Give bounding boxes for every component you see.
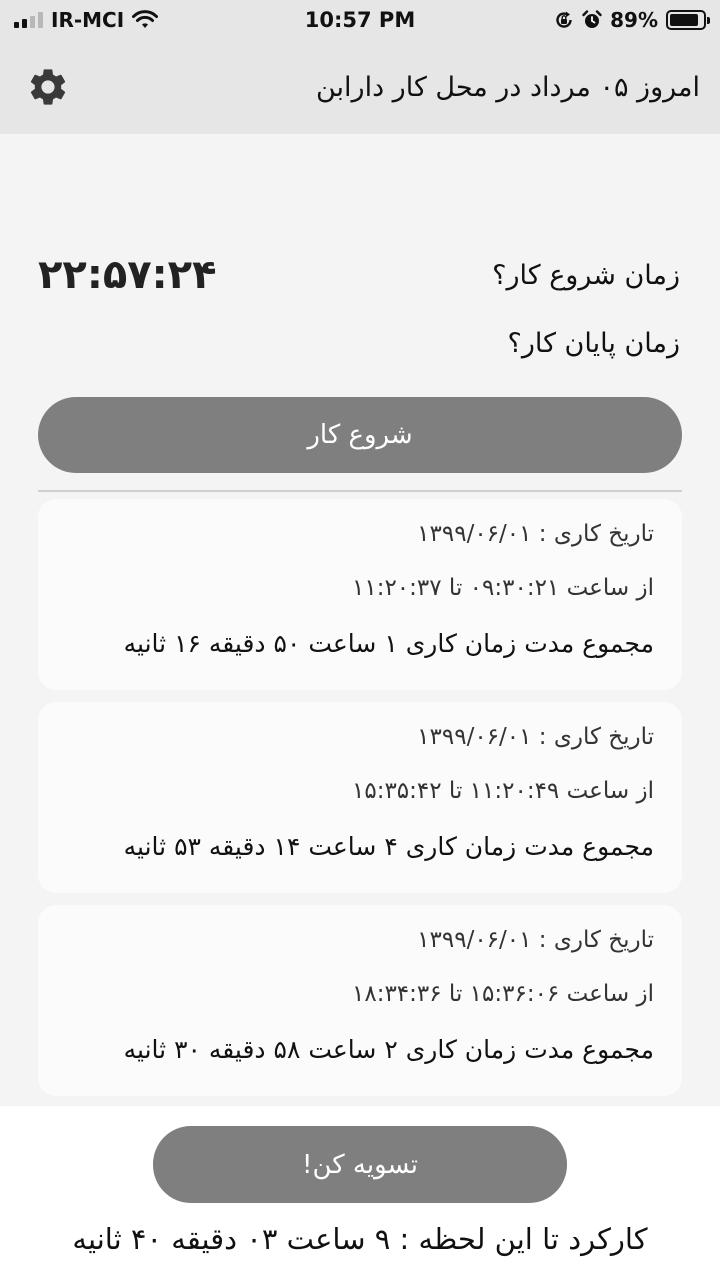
battery-icon bbox=[666, 10, 710, 30]
divider bbox=[38, 490, 682, 492]
record-card[interactable]: تاریخ کاری : ۱۳۹۹/۰۶/۰۱ از ساعت ۰۹:۳۰:۲۱… bbox=[38, 499, 682, 690]
carrier-name: IR-MCI bbox=[51, 8, 125, 32]
record-card[interactable]: تاریخ کاری : ۱۳۹۹/۰۶/۰۱ از ساعت ۱۵:۳۶:۰۶… bbox=[38, 905, 682, 1096]
alarm-icon bbox=[582, 10, 602, 28]
record-time-range: از ساعت ۰۹:۳۰:۲۱ تا ۱۱:۲۰:۳۷ bbox=[352, 575, 654, 601]
start-work-button[interactable]: شروع کار bbox=[38, 397, 682, 473]
total-worked-so-far: کارکرد تا این لحظه : ۹ ساعت ۰۳ دقیقه ۴۰ … bbox=[72, 1222, 648, 1256]
record-date: تاریخ کاری : ۱۳۹۹/۰۶/۰۱ bbox=[417, 927, 654, 953]
rotation-lock-icon bbox=[556, 11, 572, 28]
battery-percent: 89% bbox=[610, 8, 658, 32]
wifi-icon bbox=[132, 10, 159, 28]
settle-button[interactable]: تسویه کن! bbox=[153, 1126, 567, 1203]
main-content: ۲۲:۵۷:۲۴ زمان شروع کار؟ زمان پایان کار؟ … bbox=[0, 134, 720, 1106]
battery-level bbox=[670, 14, 699, 26]
record-date: تاریخ کاری : ۱۳۹۹/۰۶/۰۱ bbox=[417, 724, 654, 750]
start-time-row: ۲۲:۵۷:۲۴ زمان شروع کار؟ bbox=[38, 252, 680, 298]
status-right: 89% bbox=[554, 8, 710, 32]
record-duration: مجموع مدت زمان کاری ۱ ساعت ۵۰ دقیقه ۱۶ ث… bbox=[123, 629, 654, 658]
app-header: امروز ۰۵ مرداد در محل کار دارابن bbox=[0, 40, 720, 134]
signal-icon bbox=[14, 12, 43, 28]
end-time-label: زمان پایان کار؟ bbox=[507, 328, 680, 359]
work-records-list: تاریخ کاری : ۱۳۹۹/۰۶/۰۱ از ساعت ۰۹:۳۰:۲۱… bbox=[38, 499, 682, 1108]
page-title: امروز ۰۵ مرداد در محل کار دارابن bbox=[315, 71, 700, 103]
record-date: تاریخ کاری : ۱۳۹۹/۰۶/۰۱ bbox=[417, 521, 654, 547]
footer-panel: تسویه کن! کارکرد تا این لحظه : ۹ ساعت ۰۳… bbox=[0, 1106, 720, 1280]
start-time-label: زمان شروع کار؟ bbox=[492, 259, 680, 291]
status-left: IR-MCI bbox=[14, 8, 159, 32]
record-duration: مجموع مدت زمان کاری ۴ ساعت ۱۴ دقیقه ۵۳ ث… bbox=[123, 832, 654, 861]
record-time-range: از ساعت ۱۵:۳۶:۰۶ تا ۱۸:۳۴:۳۶ bbox=[352, 981, 654, 1007]
live-clock: ۲۲:۵۷:۲۴ bbox=[38, 252, 217, 298]
record-duration: مجموع مدت زمان کاری ۲ ساعت ۵۸ دقیقه ۳۰ ث… bbox=[123, 1035, 654, 1064]
record-card[interactable]: تاریخ کاری : ۱۳۹۹/۰۶/۰۱ از ساعت ۱۱:۲۰:۴۹… bbox=[38, 702, 682, 893]
record-time-range: از ساعت ۱۱:۲۰:۴۹ تا ۱۵:۳۵:۴۲ bbox=[352, 778, 654, 804]
gear-icon[interactable] bbox=[26, 65, 70, 109]
status-bar: IR-MCI 10:57 PM 89% bbox=[0, 0, 720, 40]
